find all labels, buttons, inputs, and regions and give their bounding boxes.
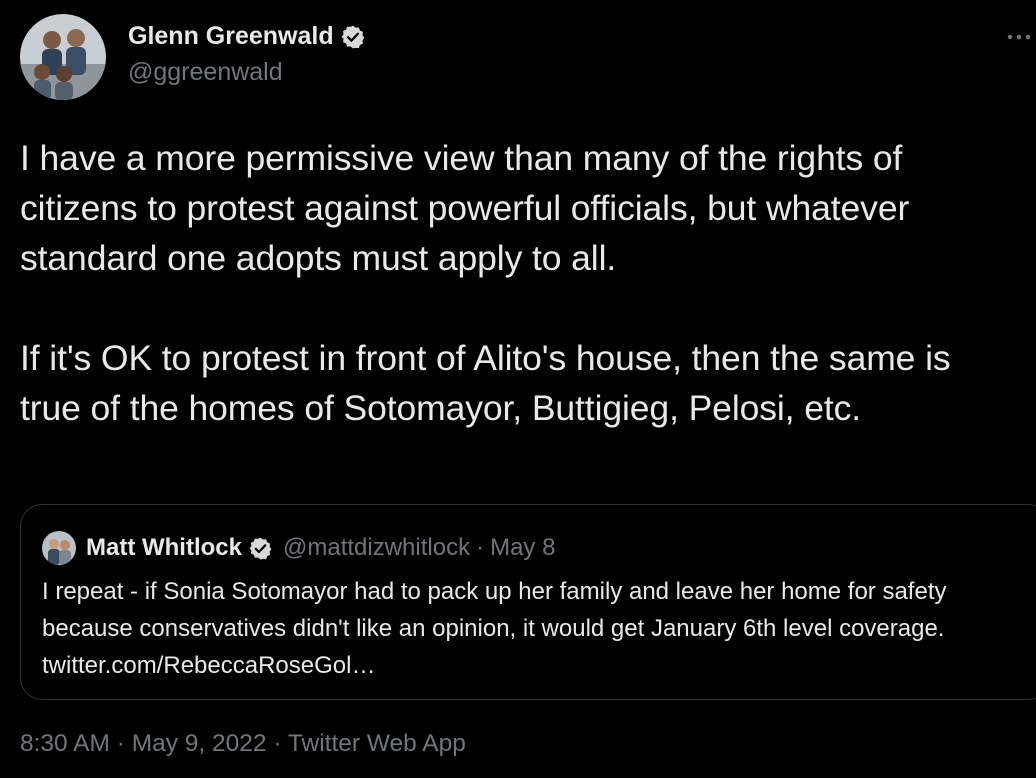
tweet-paragraph: I have a more permissive view than many … xyxy=(20,138,919,278)
quoted-tweet-header: Matt Whitlock @mattdizwhitlock · May 8 xyxy=(42,531,555,565)
ellipsis-icon xyxy=(1007,34,1031,40)
quoted-tweet-text: I repeat - if Sonia Sotomayor had to pac… xyxy=(42,578,947,679)
tweet-source[interactable]: Twitter Web App xyxy=(288,730,466,757)
quoted-tweet-date[interactable]: May 8 xyxy=(490,534,555,562)
author-name-row[interactable]: Glenn Greenwald xyxy=(128,22,366,51)
meta-separator: · xyxy=(476,534,485,561)
quoted-author-avatar[interactable] xyxy=(42,531,76,565)
author-handle[interactable]: @ggreenwald xyxy=(128,58,283,87)
meta-separator: · xyxy=(273,730,282,757)
tweet-paragraph: If it's OK to protest in front of Alito'… xyxy=(20,338,961,428)
quoted-author-handle[interactable]: @mattdizwhitlock xyxy=(283,534,470,562)
tweet-text: I have a more permissive view than many … xyxy=(20,133,1020,433)
quoted-tweet-card[interactable]: Matt Whitlock @mattdizwhitlock · May 8 I… xyxy=(20,504,1036,700)
tweet-time[interactable]: 8:30 AM xyxy=(20,730,110,757)
author-name[interactable]: Glenn Greenwald xyxy=(128,22,334,51)
meta-separator: · xyxy=(116,730,125,757)
author-avatar[interactable] xyxy=(20,14,106,100)
more-options-button[interactable] xyxy=(996,22,1036,52)
person-photo-icon xyxy=(42,531,76,565)
tweet-date[interactable]: May 9, 2022 xyxy=(132,730,267,757)
tweet-timestamp-row: 8:30 AM · May 9, 2022 · Twitter Web App xyxy=(20,730,466,758)
family-photo-icon xyxy=(20,14,106,100)
verified-badge-icon xyxy=(340,24,366,50)
verified-badge-icon xyxy=(248,536,273,561)
quoted-author-name[interactable]: Matt Whitlock xyxy=(86,534,242,562)
